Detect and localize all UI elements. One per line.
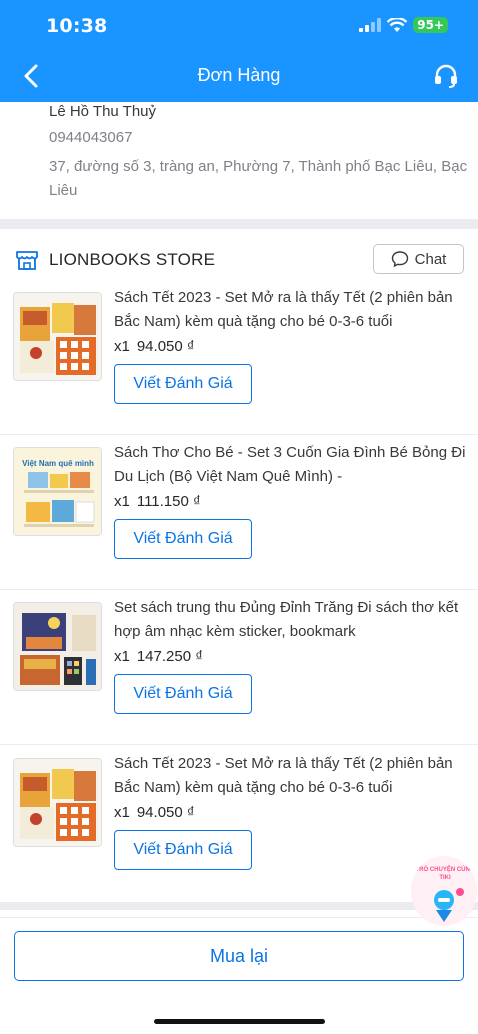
write-review-button[interactable]: Viết Đánh Giá <box>114 519 252 559</box>
order-item: Việt Nam quê mình Sách Thơ Cho Bé - Set … <box>0 437 478 592</box>
recipient-name: Lê Hồ Thu Thuỷ <box>49 103 157 120</box>
product-price: x1 111.150 ₫ <box>114 493 201 510</box>
chat-icon <box>391 251 408 268</box>
product-qty: x1 <box>114 648 130 665</box>
thumb-title-text: Việt Nam quê mình <box>22 459 94 468</box>
book-set-image: Việt Nam quê mình <box>14 448 101 535</box>
product-price: x1 147.250 ₫ <box>114 648 203 665</box>
write-review-button[interactable]: Viết Đánh Giá <box>114 674 252 714</box>
wifi-icon <box>387 17 408 32</box>
status-time: 10:38 <box>46 15 108 37</box>
book-set-image <box>14 759 101 846</box>
tiki-chat-bubble[interactable]: TRÒ CHUYỆN CÙNG TIKI <box>411 856 477 926</box>
product-qty: x1 <box>114 493 130 510</box>
store-name[interactable]: LIONBOOKS STORE <box>49 250 215 270</box>
product-qty: x1 <box>114 338 130 355</box>
signal-icon <box>359 18 382 32</box>
product-thumbnail[interactable] <box>13 292 102 381</box>
price-value: 147.250 ₫ <box>136 648 203 665</box>
item-divider <box>0 744 478 745</box>
item-divider <box>0 434 478 435</box>
rebuy-button[interactable]: Mua lại <box>14 931 464 981</box>
status-icons: 95+ <box>359 17 448 33</box>
recipient-address: 37, đường số 3, tràng an, Phường 7, Thàn… <box>49 158 468 199</box>
price-value: 94.050 ₫ <box>136 338 195 355</box>
order-item: Sách Tết 2023 - Set Mở ra là thấy Tết (2… <box>0 282 478 437</box>
item-divider <box>0 589 478 590</box>
product-price: x1 94.050 ₫ <box>114 338 195 355</box>
price-value: 94.050 ₫ <box>136 804 195 821</box>
footer-divider <box>0 917 478 918</box>
store-icon <box>16 251 38 270</box>
order-item: Sách Tết 2023 - Set Mở ra là thấy Tết (2… <box>0 748 478 903</box>
write-review-button[interactable]: Viết Đánh Giá <box>114 364 252 404</box>
support-button[interactable] <box>432 62 460 90</box>
book-set-image <box>14 293 101 380</box>
chat-button[interactable]: Chat <box>373 244 464 274</box>
app-header: 10:38 95+ Đơn Hàng <box>0 0 478 102</box>
product-title[interactable]: Set sách trung thu Đủng Đỉnh Trăng Đi sá… <box>114 596 466 644</box>
mascot-icon <box>434 888 464 922</box>
write-review-button[interactable]: Viết Đánh Giá <box>114 830 252 870</box>
product-title[interactable]: Sách Tết 2023 - Set Mở ra là thấy Tết (2… <box>114 752 466 800</box>
battery-indicator: 95+ <box>413 17 448 33</box>
shipping-address: Lê Hồ Thu Thuỷ 0944043067 37, đường số 3… <box>49 100 469 203</box>
recipient-phone: 0944043067 <box>49 129 133 146</box>
chat-label: Chat <box>414 250 447 268</box>
product-thumbnail[interactable]: Việt Nam quê mình <box>13 447 102 536</box>
section-divider <box>0 219 478 229</box>
product-thumbnail[interactable] <box>13 602 102 691</box>
product-title[interactable]: Sách Thơ Cho Bé - Set 3 Cuốn Gia Đình Bé… <box>114 441 466 489</box>
book-set-image <box>14 603 101 690</box>
order-item: Set sách trung thu Đủng Đỉnh Trăng Đi sá… <box>0 592 478 747</box>
product-thumbnail[interactable] <box>13 758 102 847</box>
headset-icon <box>435 64 457 88</box>
product-qty: x1 <box>114 804 130 821</box>
page-title: Đơn Hàng <box>197 65 281 85</box>
product-title[interactable]: Sách Tết 2023 - Set Mở ra là thấy Tết (2… <box>114 286 466 334</box>
home-indicator <box>154 1019 325 1024</box>
price-value: 111.150 ₫ <box>136 493 201 510</box>
section-divider <box>0 902 478 910</box>
store-header: LIONBOOKS STORE Chat <box>0 236 478 282</box>
product-price: x1 94.050 ₫ <box>114 804 195 821</box>
